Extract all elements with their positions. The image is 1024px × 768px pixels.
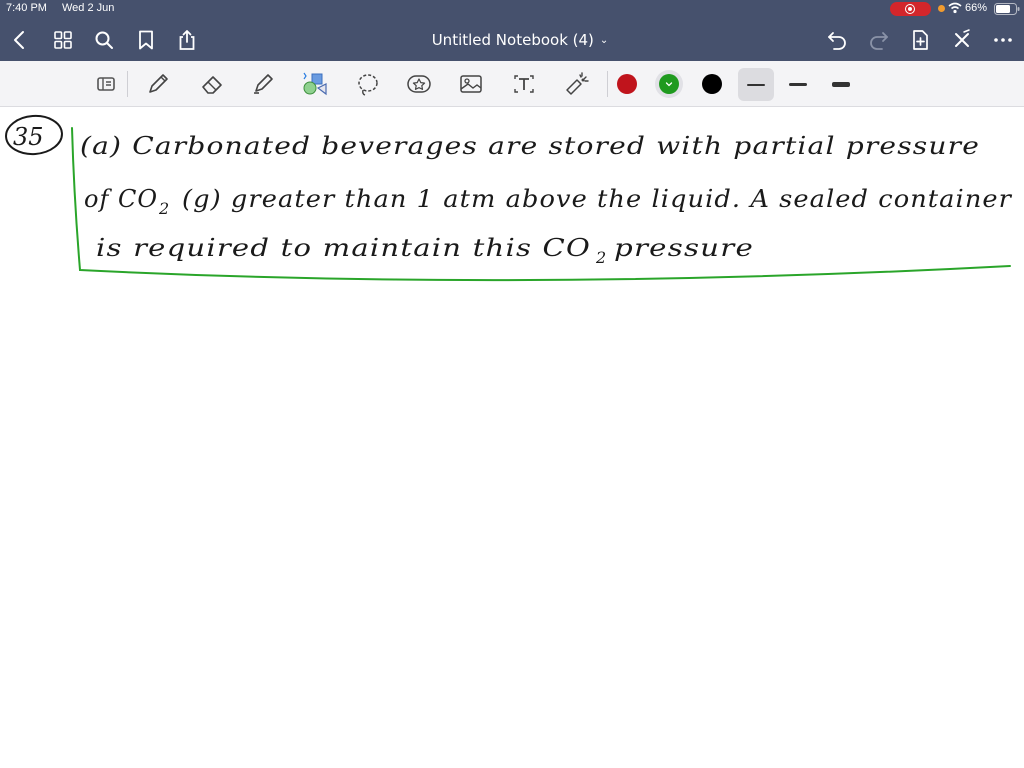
notebook-page[interactable]: 35 (a) Carbonated beverages are stored w… <box>0 108 1024 768</box>
stroke-thin-icon <box>747 84 765 86</box>
handwritten-note: 35 (a) Carbonated beverages are stored w… <box>5 114 1013 282</box>
status-time: 7:40 PM <box>6 2 47 14</box>
notebook-title-button[interactable]: Untitled Notebook (4) ⌄ <box>420 30 620 50</box>
sticker-icon[interactable] <box>405 70 433 98</box>
toolbar-divider <box>607 71 608 97</box>
top-bar: 7:40 PM Wed 2 Jun 66% Untitled Notebook … <box>0 0 1024 61</box>
question-number: 35 <box>13 123 44 151</box>
more-icon[interactable] <box>991 28 1015 52</box>
note-line-1: (a) Carbonated beverages are stored with… <box>80 132 980 160</box>
note-line-3-end: pressure <box>614 234 754 262</box>
color-swatch-red[interactable] <box>617 74 637 94</box>
note-line-3-subscript: 2 <box>595 248 607 267</box>
bookmark-icon[interactable] <box>134 28 158 52</box>
shapes-icon[interactable] <box>300 70 328 98</box>
redo-icon[interactable] <box>867 28 891 52</box>
share-icon[interactable] <box>175 28 199 52</box>
drawing-toolbar <box>0 61 1024 107</box>
note-line-2-subscript: 2 <box>158 199 170 218</box>
battery-percent: 66% <box>965 2 988 14</box>
reader-mode-icon[interactable] <box>92 70 120 98</box>
chevron-down-icon: ⌄ <box>599 34 609 46</box>
add-page-icon[interactable] <box>908 28 932 52</box>
toolbar-divider <box>127 71 128 97</box>
laser-pointer-icon[interactable] <box>562 70 590 98</box>
screen-recording-icon <box>890 2 931 16</box>
close-icon[interactable] <box>950 28 974 52</box>
back-icon[interactable] <box>8 28 32 52</box>
status-date: Wed 2 Jun <box>62 2 115 14</box>
highlighter-icon[interactable] <box>249 70 277 98</box>
wifi-icon <box>948 2 962 14</box>
stroke-thick-button[interactable] <box>832 82 850 87</box>
battery-icon <box>994 3 1020 15</box>
stroke-medium-button[interactable] <box>789 83 807 86</box>
search-icon[interactable] <box>92 28 116 52</box>
color-swatch-black[interactable] <box>702 74 722 94</box>
undo-icon[interactable] <box>825 28 849 52</box>
text-icon[interactable] <box>510 70 538 98</box>
image-icon[interactable] <box>457 70 485 98</box>
pen-icon[interactable] <box>144 70 172 98</box>
notebook-title: Untitled Notebook (4) <box>431 31 594 49</box>
grid-icon[interactable] <box>51 28 75 52</box>
eraser-icon[interactable] <box>198 70 226 98</box>
note-line-2-end: (g) greater than 1 atm above the liquid.… <box>182 185 1013 213</box>
lasso-icon[interactable] <box>354 70 382 98</box>
note-line-3-start: is required to maintain this CO <box>96 234 591 262</box>
color-swatch-green[interactable] <box>659 74 679 94</box>
mic-indicator-icon <box>938 5 945 12</box>
note-line-2-start: of CO <box>84 185 158 213</box>
chevron-down-icon <box>665 82 673 87</box>
